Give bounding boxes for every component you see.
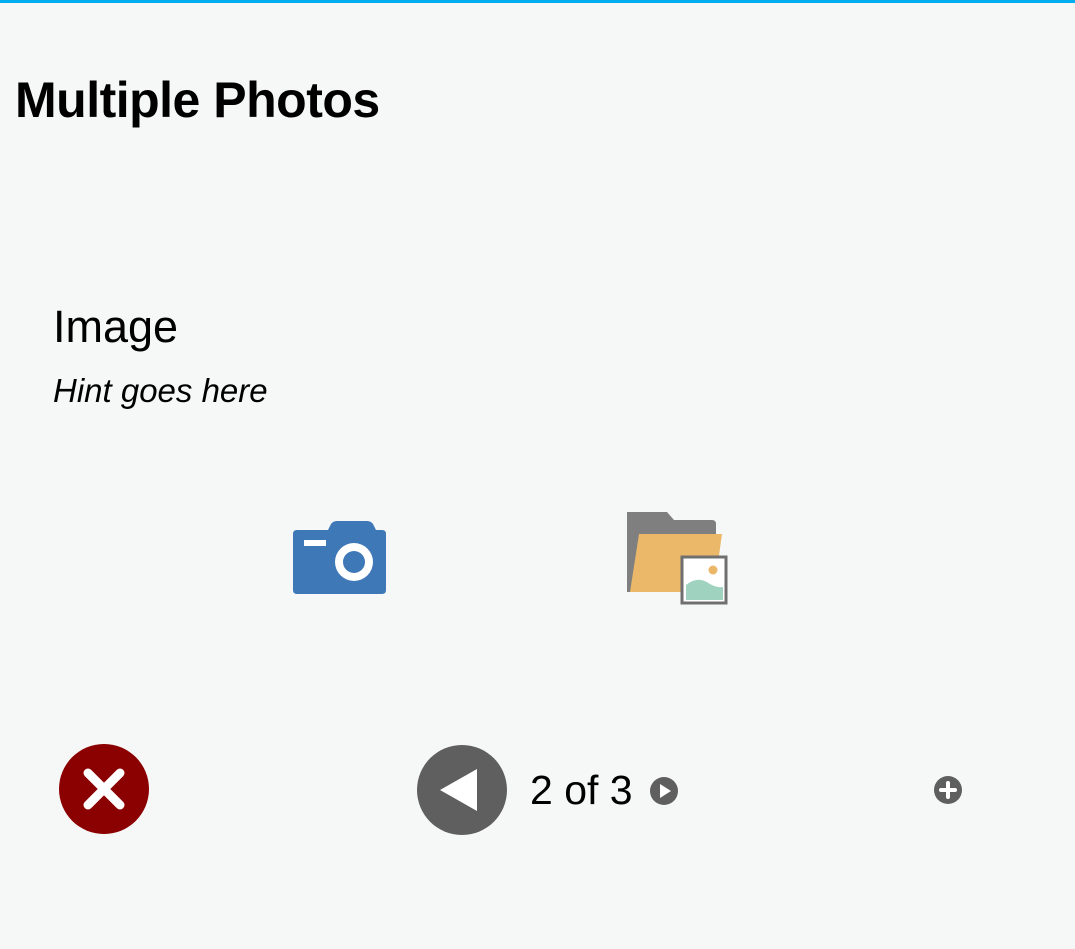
arrow-left-circle-icon <box>417 745 507 835</box>
plus-circle-icon <box>934 776 962 804</box>
choose-image-button[interactable] <box>622 508 732 608</box>
question-label: Image <box>53 301 179 352</box>
close-circle-icon <box>59 744 149 834</box>
top-accent-bar <box>0 0 1075 3</box>
delete-image-button[interactable] <box>58 743 150 835</box>
play-circle-icon <box>650 777 678 805</box>
camera-icon <box>293 521 386 594</box>
take-photo-button[interactable] <box>290 520 390 598</box>
folder-image-icon <box>627 512 728 605</box>
page-title: Multiple Photos <box>15 72 380 128</box>
image-counter: 2 of 3 <box>530 767 633 813</box>
add-image-button[interactable] <box>933 775 963 805</box>
question-hint: Hint goes here <box>53 372 268 409</box>
previous-image-button[interactable] <box>416 744 508 836</box>
next-image-button[interactable] <box>649 776 679 806</box>
